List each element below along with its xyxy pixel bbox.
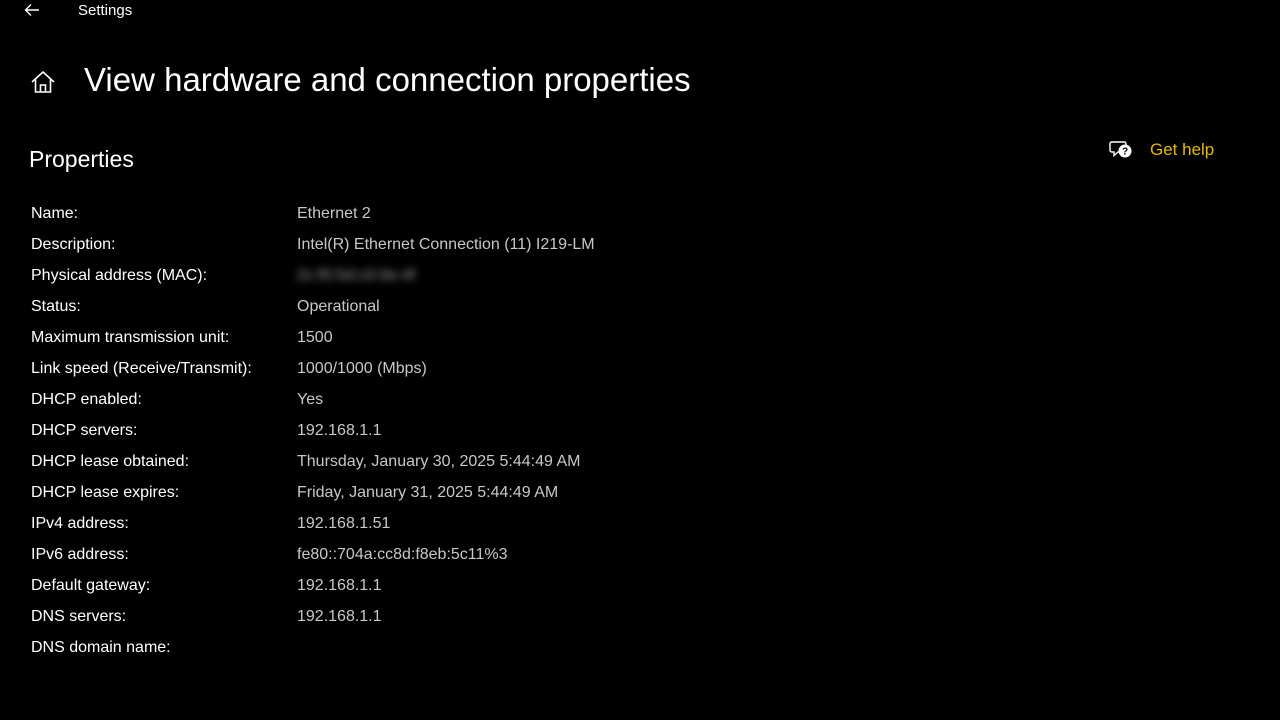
page-title: View hardware and connection properties xyxy=(84,61,691,98)
property-row-ipv4: IPv4 address: 192.168.1.51 xyxy=(31,513,631,535)
property-label: Link speed (Receive/Transmit): xyxy=(31,360,252,377)
property-value: 192.168.1.1 xyxy=(297,608,382,625)
properties-list: Name: Ethernet 2 Description: Intel(R) E… xyxy=(31,203,631,668)
app-title: Settings xyxy=(78,2,133,19)
back-arrow-icon xyxy=(24,4,39,16)
property-label: DHCP lease expires: xyxy=(31,484,180,501)
property-value: Operational xyxy=(297,298,380,315)
property-row-mac: Physical address (MAC): 2c:f0:5d:c0:9e:4… xyxy=(31,265,631,287)
property-row-ipv6: IPv6 address: fe80::704a:cc8d:f8eb:5c11%… xyxy=(31,544,631,566)
property-row-description: Description: Intel(R) Ethernet Connectio… xyxy=(31,234,631,256)
property-label: Default gateway: xyxy=(31,577,151,594)
property-value: fe80::704a:cc8d:f8eb:5c11%3 xyxy=(297,546,508,563)
title-bar: Settings xyxy=(0,0,1280,24)
get-help-label: Get help xyxy=(1150,140,1215,159)
property-row-name: Name: Ethernet 2 xyxy=(31,203,631,225)
property-label: Maximum transmission unit: xyxy=(31,329,230,346)
property-value-redacted: 2c:f0:5d:c0:9e:4f xyxy=(297,267,416,284)
property-label: Status: xyxy=(31,298,81,315)
svg-text:?: ? xyxy=(1122,147,1128,158)
property-value: Ethernet 2 xyxy=(297,205,371,222)
property-row-status: Status: Operational xyxy=(31,296,631,318)
back-button[interactable] xyxy=(18,0,46,20)
home-icon[interactable] xyxy=(29,68,57,96)
property-value: 1500 xyxy=(297,329,333,346)
property-label: Name: xyxy=(31,205,79,222)
property-value: Intel(R) Ethernet Connection (11) I219-L… xyxy=(297,236,595,253)
property-value: Yes xyxy=(297,391,324,408)
property-row-dhcp-servers: DHCP servers: 192.168.1.1 xyxy=(31,420,631,442)
property-label: DNS servers: xyxy=(31,608,127,625)
property-value: 192.168.1.51 xyxy=(297,515,391,532)
property-label: DHCP enabled: xyxy=(31,391,142,408)
property-row-dhcp-enabled: DHCP enabled: Yes xyxy=(31,389,631,411)
property-row-gateway: Default gateway: 192.168.1.1 xyxy=(31,575,631,597)
property-row-lease-obtained: DHCP lease obtained: Thursday, January 3… xyxy=(31,451,631,473)
property-label: Physical address (MAC): xyxy=(31,267,208,284)
property-label: IPv4 address: xyxy=(31,515,129,532)
property-label: DHCP lease obtained: xyxy=(31,453,190,470)
property-value: 192.168.1.1 xyxy=(297,577,382,594)
help-chat-icon: ? xyxy=(1108,138,1134,162)
get-help-link[interactable]: ? Get help xyxy=(1108,136,1214,164)
section-title: Properties xyxy=(29,146,134,172)
property-row-dns-domain: DNS domain name: xyxy=(31,637,631,659)
property-row-mtu: Maximum transmission unit: 1500 xyxy=(31,327,631,349)
property-label: IPv6 address: xyxy=(31,546,129,563)
property-value: Friday, January 31, 2025 5:44:49 AM xyxy=(297,484,559,501)
property-row-link-speed: Link speed (Receive/Transmit): 1000/1000… xyxy=(31,358,631,380)
property-label: DNS domain name: xyxy=(31,639,171,656)
property-label: Description: xyxy=(31,236,116,253)
property-label: DHCP servers: xyxy=(31,422,138,439)
property-row-lease-expires: DHCP lease expires: Friday, January 31, … xyxy=(31,482,631,504)
property-row-dns-servers: DNS servers: 192.168.1.1 xyxy=(31,606,631,628)
property-value: Thursday, January 30, 2025 5:44:49 AM xyxy=(297,453,581,470)
property-value: 1000/1000 (Mbps) xyxy=(297,360,427,377)
property-value: 192.168.1.1 xyxy=(297,422,382,439)
